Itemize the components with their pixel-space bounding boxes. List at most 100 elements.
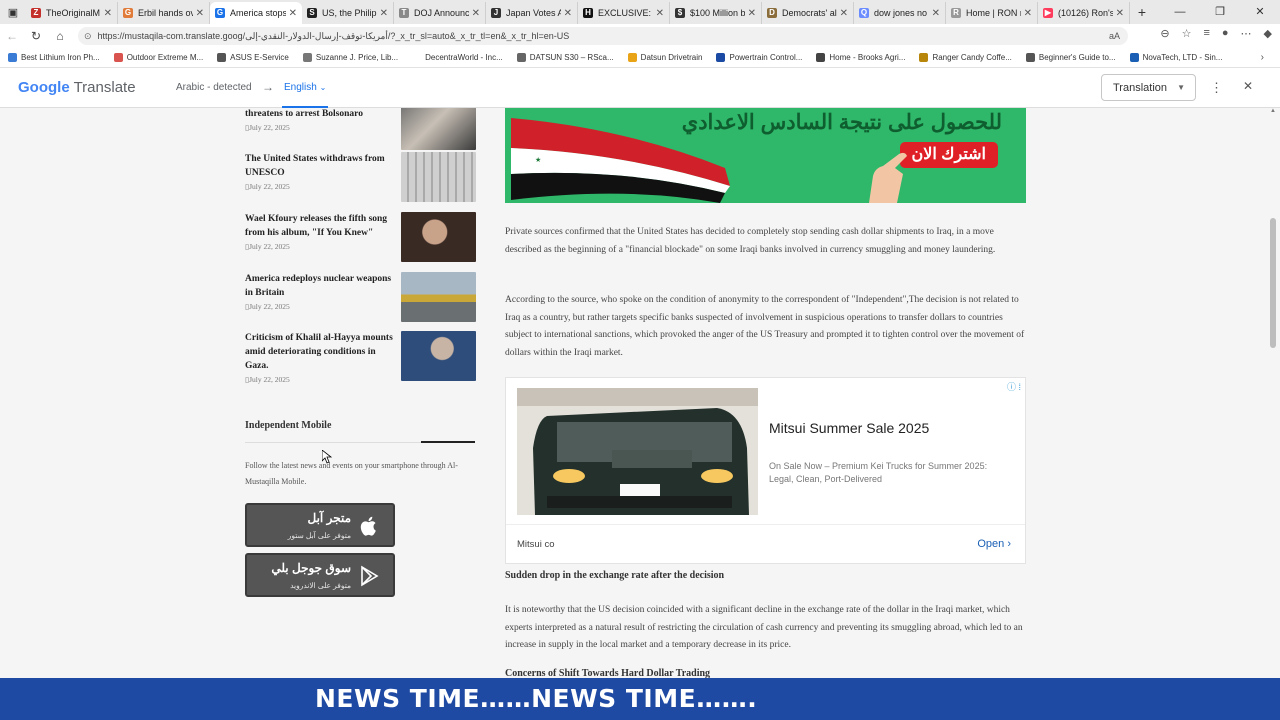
- tab-10[interactable]: R Home | RON n ✕: [946, 2, 1038, 24]
- tab-close-icon[interactable]: ✕: [1116, 8, 1124, 19]
- translation-mode-select[interactable]: Translation ▼: [1101, 74, 1196, 101]
- tab-favicon-icon: T: [399, 8, 409, 18]
- tab-title: $100 Million b: [690, 8, 745, 18]
- apple-store-subtitle: متوفر على آبل ستور: [287, 531, 351, 540]
- back-icon[interactable]: ←: [0, 29, 24, 43]
- profile-avatar[interactable]: ●: [1222, 27, 1229, 40]
- news-thumbnail[interactable]: [401, 331, 476, 381]
- bookmark-item[interactable]: DecentraWorld - Inc...: [412, 53, 503, 62]
- bookmark-item[interactable]: Best Lithium Iron Ph...: [8, 53, 100, 62]
- news-title[interactable]: The United States withdraws from UNESCO: [245, 152, 395, 180]
- tab-8[interactable]: D Democrats' all ✕: [762, 2, 854, 24]
- tab-title: EXCLUSIVE: M: [598, 8, 653, 18]
- tab-close-icon[interactable]: ✕: [472, 8, 480, 19]
- tab-close-icon[interactable]: ✕: [564, 8, 572, 19]
- collapse-icon[interactable]: ✕: [1243, 79, 1253, 93]
- tab-5[interactable]: J Japan Votes A ✕: [486, 2, 578, 24]
- home-icon[interactable]: ⌂: [48, 29, 72, 43]
- news-thumbnail[interactable]: [401, 212, 476, 262]
- tab-11[interactable]: ▶ (10126) Ron's ✕: [1038, 2, 1130, 24]
- news-thumbnail[interactable]: [401, 108, 476, 150]
- news-title[interactable]: threatens to arrest Bolsonaro: [245, 108, 395, 121]
- tab-close-icon[interactable]: ✕: [289, 8, 297, 19]
- tab-title: (10126) Ron's: [1058, 8, 1113, 18]
- tab-7[interactable]: $ $100 Million b ✕: [670, 2, 762, 24]
- bookmark-item[interactable]: ASUS E-Service: [217, 53, 289, 62]
- bookmark-item[interactable]: Outdoor Extreme M...: [113, 53, 203, 62]
- tab-close-icon[interactable]: ✕: [932, 8, 940, 19]
- ad-open-button[interactable]: Open ›: [977, 538, 1011, 550]
- news-title[interactable]: America redeploys nuclear weapons in Bri…: [245, 272, 395, 300]
- tab-2[interactable]: G America stops ✕: [210, 2, 302, 24]
- google-translate-logo[interactable]: Google Translate: [18, 79, 136, 96]
- maximize-icon[interactable]: ❐: [1200, 0, 1240, 24]
- ad-divider: [506, 524, 1025, 525]
- article-paragraph: Private sources confirmed that the Unite…: [505, 227, 996, 255]
- tab-close-icon[interactable]: ✕: [196, 8, 204, 19]
- tab-close-icon[interactable]: ✕: [748, 8, 756, 19]
- logo-translate: Translate: [73, 79, 136, 96]
- favorites-list-icon[interactable]: ≡: [1203, 27, 1209, 40]
- bookmarks-overflow-icon[interactable]: ›: [1261, 52, 1264, 63]
- more-options-icon[interactable]: ⋮: [1210, 80, 1223, 96]
- tab-favicon-icon: R: [951, 8, 961, 18]
- minimize-icon[interactable]: —: [1160, 0, 1200, 24]
- tab-0[interactable]: Z TheOriginalM ✕: [26, 2, 118, 24]
- bookmark-item[interactable]: Datsun Drivetrain: [627, 53, 702, 62]
- news-title[interactable]: Wael Kfoury releases the fifth song from…: [245, 212, 395, 240]
- bookmark-item[interactable]: Beginner's Guide to...: [1025, 53, 1116, 62]
- bookmark-favicon-icon: [627, 53, 637, 62]
- ad-banner[interactable]: للحصول على نتيجة السادس الاعدادي اشترك ا…: [505, 108, 1026, 203]
- tab-3[interactable]: S US, the Philipp ✕: [302, 2, 394, 24]
- news-title[interactable]: Criticism of Khalil al-Hayya mounts amid…: [245, 331, 395, 373]
- bookmark-item[interactable]: DATSUN S30 – RSca...: [516, 53, 614, 62]
- more-menu-icon[interactable]: ⋯: [1241, 27, 1252, 40]
- ad-image[interactable]: [517, 388, 758, 515]
- web-page: ▲ threatens to arrest Bolsonaro ▯July 22…: [0, 108, 1280, 678]
- close-window-icon[interactable]: ✕: [1240, 0, 1280, 24]
- url-field[interactable]: ⊙ https://mustaqila-com.translate.goog/أ…: [78, 27, 1128, 45]
- site-info-icon[interactable]: ⊙: [84, 31, 92, 42]
- bookmark-item[interactable]: Home - Brooks Agri...: [816, 53, 905, 62]
- new-tab-button[interactable]: +: [1130, 4, 1154, 20]
- news-date: ▯July 22, 2025: [245, 182, 290, 191]
- ad-open-label: Open: [977, 538, 1005, 550]
- tab-close-icon[interactable]: ✕: [104, 8, 112, 19]
- bookmark-item[interactable]: Ranger Candy Coffe...: [919, 53, 1012, 62]
- news-thumbnail[interactable]: [401, 272, 476, 322]
- copilot-icon[interactable]: ◆: [1264, 27, 1272, 40]
- page-scrollbar[interactable]: [1270, 218, 1276, 348]
- target-language[interactable]: English ⌄: [284, 82, 326, 93]
- bookmark-item[interactable]: NovaTech, LTD - Sin...: [1129, 53, 1222, 62]
- news-thumbnail[interactable]: [401, 152, 476, 202]
- ad-choices-icon[interactable]: ⓘ ⁞: [1007, 380, 1021, 393]
- translate-bar: Google Translate Arabic - detected → Eng…: [0, 68, 1280, 108]
- ad-advertiser: Mitsui co: [517, 539, 555, 550]
- favorite-star-icon[interactable]: ☆: [1182, 27, 1192, 40]
- tab-6[interactable]: H EXCLUSIVE: M✕: [578, 2, 670, 24]
- sponsored-ad-card[interactable]: ⓘ ⁞ Mitsui Summer Sale 2025 On Sale Now …: [505, 377, 1026, 564]
- apple-store-title: متجر آبل: [307, 511, 351, 525]
- tab-actions-icon[interactable]: ▣: [0, 0, 26, 24]
- refresh-icon[interactable]: ↻: [24, 29, 48, 43]
- tab-close-icon[interactable]: ✕: [1024, 8, 1032, 19]
- bookmark-item[interactable]: Suzanne J. Price, Lib...: [302, 53, 398, 62]
- news-date-text: July 22, 2025: [249, 375, 290, 384]
- apple-store-button[interactable]: متجر آبل متوفر على آبل ستور: [245, 503, 395, 547]
- scroll-up-icon[interactable]: ▲: [1270, 108, 1276, 114]
- news-date: ▯July 22, 2025: [245, 242, 290, 251]
- ad-title[interactable]: Mitsui Summer Sale 2025: [769, 420, 929, 436]
- tab-close-icon[interactable]: ✕: [840, 8, 848, 19]
- tab-4[interactable]: T DOJ Announce ✕: [394, 2, 486, 24]
- extensions-icon[interactable]: ⊖: [1160, 27, 1169, 40]
- tab-close-icon[interactable]: ✕: [380, 8, 388, 19]
- tab-1[interactable]: G Erbil hands ov ✕: [118, 2, 210, 24]
- google-play-subtitle: متوفر على الاندرويد: [290, 581, 351, 590]
- tab-9[interactable]: Qdow jones no ✕: [854, 2, 946, 24]
- tab-close-icon[interactable]: ✕: [656, 8, 664, 19]
- read-aloud-icon[interactable]: aA: [1109, 31, 1120, 41]
- google-play-button[interactable]: سوق جوجل بلي متوفر على الاندرويد: [245, 553, 395, 597]
- bookmark-item[interactable]: Powertrain Control...: [716, 53, 802, 62]
- tab-title: Erbil hands ov: [138, 8, 193, 18]
- source-language[interactable]: Arabic - detected: [176, 82, 252, 93]
